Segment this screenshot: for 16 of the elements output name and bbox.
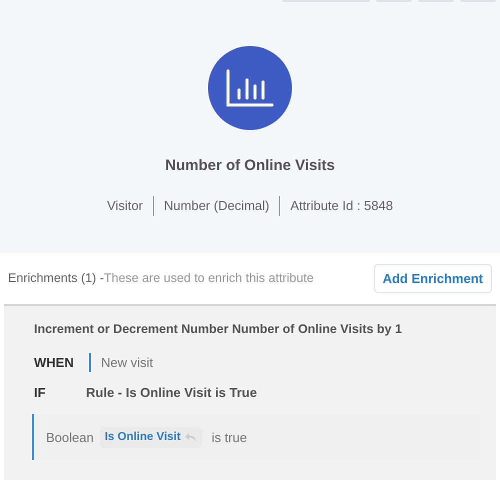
undo-arrow-icon xyxy=(184,432,197,443)
condition-type: Boolean xyxy=(46,428,94,446)
attribute-meta: Visitor xyxy=(107,196,143,215)
when-value: New visit xyxy=(101,354,154,372)
condition-operator: is true xyxy=(212,428,247,446)
enrichments-heading: Enrichments (1) -These are used to enrich this attribute xyxy=(8,270,314,288)
attribute-chip[interactable]: Is Online Visit xyxy=(100,426,202,448)
if-label: IF xyxy=(34,384,47,402)
add-enrichment-button[interactable]: Add Enrichment xyxy=(374,264,492,293)
attribute-meta: Number (Decimal) xyxy=(164,196,270,215)
if-value: Rule - Is Online Visit is True xyxy=(86,384,257,402)
enrichment-title: Increment or Decrement Number Number of Online Visits by 1 xyxy=(34,321,403,338)
bar-chart-icon xyxy=(225,68,275,108)
attribute-title: Number of Online Visits xyxy=(165,156,335,176)
when-label: WHEN xyxy=(34,354,75,372)
attribute-meta: Attribute Id : 5848 xyxy=(290,196,393,215)
